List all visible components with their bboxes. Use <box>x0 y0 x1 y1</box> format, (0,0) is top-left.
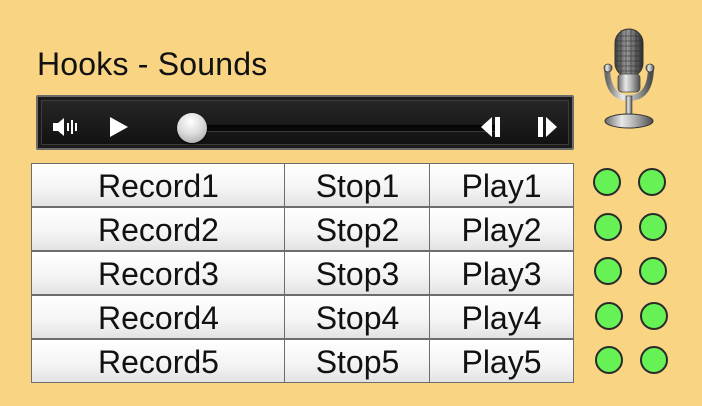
play-indicator-3 <box>639 257 667 285</box>
stop-button-2[interactable]: Stop2 <box>284 207 431 251</box>
record-indicator-1 <box>593 168 621 196</box>
play-button-5[interactable]: Play5 <box>429 339 574 383</box>
record-indicator-3 <box>594 257 622 285</box>
record-indicator-5 <box>595 346 623 374</box>
skip-forward-icon[interactable] <box>532 114 564 140</box>
audio-player <box>36 95 574 150</box>
page-title: Hooks - Sounds <box>37 46 268 82</box>
stop-button-4[interactable]: Stop4 <box>284 295 431 339</box>
record-button-1[interactable]: Record1 <box>31 163 286 207</box>
audio-player-bar <box>41 100 569 145</box>
record-indicator-4 <box>595 302 623 330</box>
record-button-4[interactable]: Record4 <box>31 295 286 339</box>
stop-button-3[interactable]: Stop3 <box>284 251 431 295</box>
play-button-2[interactable]: Play2 <box>429 207 574 251</box>
play-indicator-2 <box>639 213 667 241</box>
seek-bar[interactable] <box>192 125 498 131</box>
seek-handle[interactable] <box>177 113 207 143</box>
record-button-3[interactable]: Record3 <box>31 251 286 295</box>
stop-button-1[interactable]: Stop1 <box>284 163 431 207</box>
microphone-icon <box>603 28 655 129</box>
volume-icon[interactable] <box>50 114 82 140</box>
play-button-4[interactable]: Play4 <box>429 295 574 339</box>
play-indicator-4 <box>640 302 668 330</box>
play-button-3[interactable]: Play3 <box>429 251 574 295</box>
play-button-1[interactable]: Play1 <box>429 163 574 207</box>
play-indicator-5 <box>640 346 668 374</box>
skip-back-icon[interactable] <box>476 114 508 140</box>
record-button-5[interactable]: Record5 <box>31 339 286 383</box>
play-icon[interactable] <box>104 114 136 140</box>
record-button-2[interactable]: Record2 <box>31 207 286 251</box>
record-indicator-2 <box>594 213 622 241</box>
stop-button-5[interactable]: Stop5 <box>284 339 431 383</box>
play-indicator-1 <box>638 168 666 196</box>
